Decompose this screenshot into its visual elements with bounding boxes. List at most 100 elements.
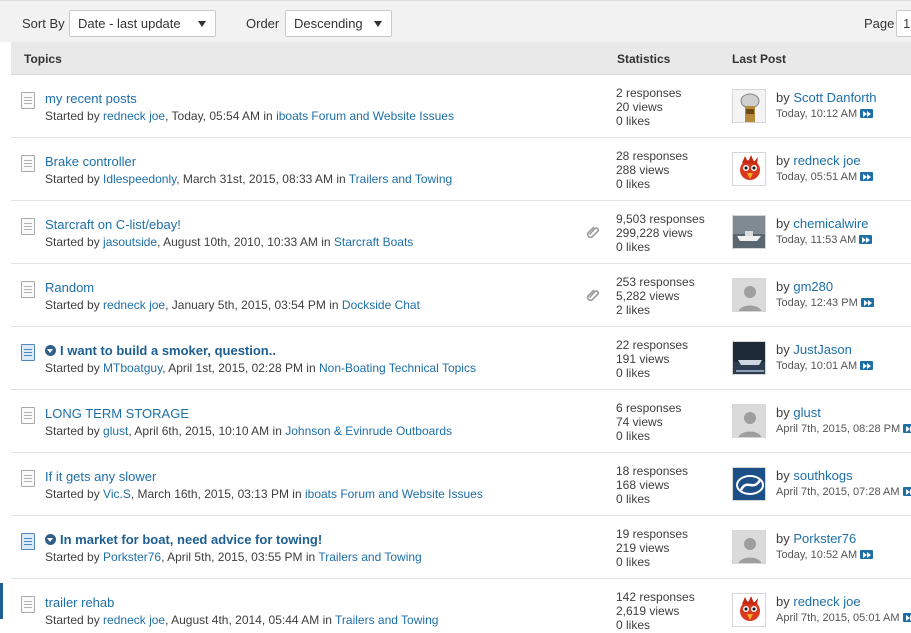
last-post-user-link[interactable]: gm280 [793, 279, 833, 294]
topic-title-link[interactable]: Starcraft on C-list/ebay! [45, 217, 181, 232]
topic-author-link[interactable]: glust [103, 424, 128, 438]
new-post-arrow-icon[interactable] [45, 345, 56, 356]
topic-author-link[interactable]: redneck joe [103, 109, 165, 123]
last-post-time-text: Today, 10:01 AM [776, 360, 858, 372]
last-post-by: by redneck joe [776, 594, 861, 609]
page-number-input[interactable]: 1 [896, 10, 911, 37]
last-post-user-link[interactable]: glust [793, 405, 820, 420]
forum-link[interactable]: Non-Boating Technical Topics [319, 361, 476, 375]
last-post-user-link[interactable]: Scott Danforth [793, 90, 876, 105]
last-post-time-text: April 7th, 2015, 08:28 PM [776, 423, 901, 435]
logo-avatar[interactable] [732, 467, 766, 501]
topic-author-link[interactable]: redneck joe [103, 613, 165, 627]
by-label: by [776, 405, 790, 420]
last-post-user-link[interactable]: redneck joe [793, 594, 860, 609]
rooster-avatar[interactable] [732, 593, 766, 627]
started-by-label: Started by [45, 487, 100, 501]
last-post-by: by Porkster76 [776, 531, 856, 546]
order-select[interactable]: Descending [285, 10, 392, 37]
forum-link[interactable]: Dockside Chat [342, 298, 420, 312]
go-to-last-post-icon[interactable] [860, 298, 874, 307]
topic-start-date: August 4th, 2014, 05:44 AM [171, 613, 320, 627]
last-post-user-link[interactable]: southkogs [793, 468, 852, 483]
last-post-by: by Scott Danforth [776, 90, 876, 105]
responses-count: 6 responses [616, 401, 682, 415]
last-post-time-text: Today, 05:51 AM [776, 171, 858, 183]
boat-avatar[interactable] [732, 215, 766, 249]
topic-statistics: 2 responses 20 views 0 likes [616, 86, 681, 128]
go-to-last-post-icon[interactable] [902, 613, 911, 622]
last-post-user-link[interactable]: Porkster76 [793, 531, 856, 546]
last-post-time: April 7th, 2015, 07:28 AM [776, 486, 911, 498]
dark-boat-avatar[interactable] [732, 341, 766, 375]
forum-link[interactable]: Trailers and Towing [335, 613, 438, 627]
topic-row: my recent posts Started by redneck joe, … [11, 75, 911, 138]
topics-column-header[interactable]: Topics [24, 52, 62, 66]
started-by-label: Started by [45, 361, 100, 375]
default-avatar[interactable] [732, 530, 766, 564]
topic-row: In market for boat, need advice for towi… [11, 516, 911, 579]
topic-author-link[interactable]: Porkster76 [103, 550, 161, 564]
forum-link[interactable]: Trailers and Towing [349, 172, 452, 186]
default-avatar[interactable] [732, 278, 766, 312]
rooster-avatar[interactable] [732, 152, 766, 186]
likes-count: 0 likes [616, 492, 651, 506]
topic-title-link[interactable]: I want to build a smoker, question.. [60, 343, 276, 358]
last-post-by: by glust [776, 405, 821, 420]
responses-count: 28 responses [616, 149, 689, 163]
topic-statistics: 6 responses 74 views 0 likes [616, 401, 681, 443]
go-to-last-post-icon[interactable] [859, 235, 873, 244]
last-post-user-link[interactable]: JustJason [793, 342, 852, 357]
topic-meta: Started by glust, April 6th, 2015, 10:10… [45, 424, 452, 438]
responses-count: 18 responses [616, 464, 689, 478]
topic-title-link[interactable]: Random [45, 280, 94, 295]
default-avatar[interactable] [732, 404, 766, 438]
topic-title-link[interactable]: LONG TERM STORAGE [45, 406, 189, 421]
topic-row: trailer rehab Started by redneck joe, Au… [11, 579, 911, 633]
last-post-user-link[interactable]: chemicalwire [793, 216, 868, 231]
topic-title-link[interactable]: In market for boat, need advice for towi… [60, 532, 322, 547]
in-label: in [306, 361, 316, 375]
topic-title-line: Starcraft on C-list/ebay! [45, 217, 181, 232]
topic-author-link[interactable]: redneck joe [103, 298, 165, 312]
topic-title-line: I want to build a smoker, question.. [45, 343, 276, 358]
meta-separator: , [165, 298, 172, 312]
document-icon [21, 533, 35, 550]
in-label: in [272, 424, 282, 438]
go-to-last-post-icon[interactable] [860, 172, 874, 181]
go-to-last-post-icon[interactable] [902, 487, 911, 496]
topic-author-link[interactable]: MTboatguy [103, 361, 162, 375]
topic-title-link[interactable]: Brake controller [45, 154, 136, 169]
forum-link[interactable]: iboats Forum and Website Issues [305, 487, 483, 501]
topic-start-date: August 10th, 2010, 10:33 AM [163, 235, 318, 249]
forum-link[interactable]: Trailers and Towing [318, 550, 421, 564]
last-post-user-link[interactable]: redneck joe [793, 153, 860, 168]
by-label: by [776, 468, 790, 483]
topic-meta: Started by jasoutside, August 10th, 2010… [45, 235, 413, 249]
views-count: 288 views [616, 163, 670, 177]
new-post-arrow-icon[interactable] [45, 534, 56, 545]
forum-link[interactable]: Johnson & Evinrude Outboards [285, 424, 452, 438]
go-to-last-post-icon[interactable] [860, 361, 874, 370]
topic-title-link[interactable]: my recent posts [45, 91, 137, 106]
likes-count: 2 likes [616, 303, 651, 317]
go-to-last-post-icon[interactable] [860, 109, 874, 118]
topic-author-link[interactable]: jasoutside [103, 235, 157, 249]
topic-start-date: April 6th, 2015, 10:10 AM [134, 424, 270, 438]
topic-author-link[interactable]: Vic.S [103, 487, 131, 501]
topic-title-link[interactable]: If it gets any slower [45, 469, 156, 484]
statistics-column-header[interactable]: Statistics [617, 52, 670, 66]
forum-link[interactable]: iboats Forum and Website Issues [276, 109, 454, 123]
topic-author-link[interactable]: Idlespeedonly [103, 172, 176, 186]
go-to-last-post-icon[interactable] [903, 424, 911, 433]
bottle-avatar[interactable] [732, 89, 766, 123]
last-post-by: by redneck joe [776, 153, 861, 168]
topic-meta: Started by Idlespeedonly, March 31st, 20… [45, 172, 452, 186]
go-to-last-post-icon[interactable] [860, 550, 874, 559]
topic-title-line: trailer rehab [45, 595, 114, 610]
last-post-column-header[interactable]: Last Post [732, 52, 786, 66]
responses-count: 19 responses [616, 527, 689, 541]
topic-title-link[interactable]: trailer rehab [45, 595, 114, 610]
forum-link[interactable]: Starcraft Boats [334, 235, 413, 249]
sort-by-select[interactable]: Date - last update [69, 10, 216, 37]
